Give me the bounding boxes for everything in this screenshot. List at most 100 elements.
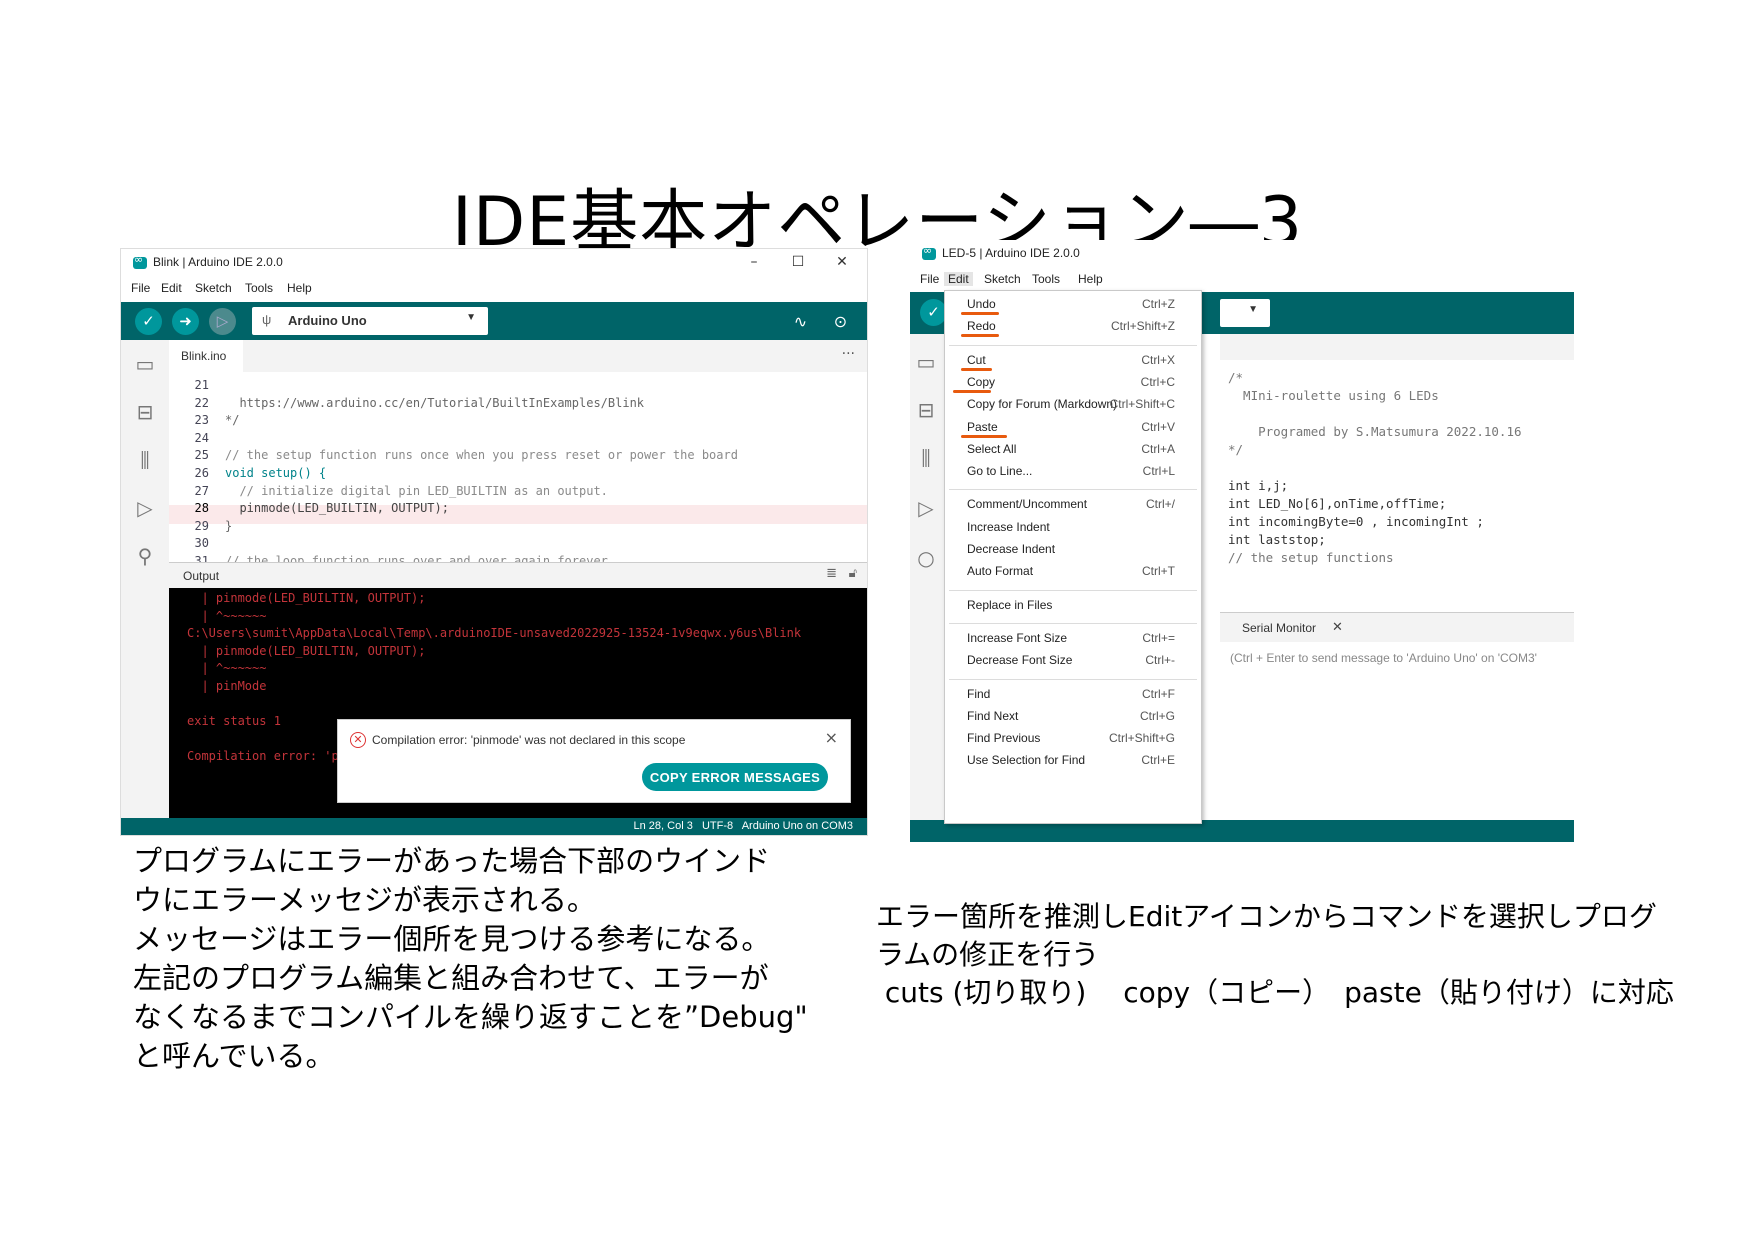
board-selector[interactable]: ψ Arduino Uno ▼ xyxy=(252,307,488,335)
left-titlebar: Blink | Arduino IDE 2.0.0 – ☐ ✕ xyxy=(121,249,867,277)
menu-item-decrease-indent[interactable]: Decrease Indent xyxy=(945,540,1201,560)
minimize-icon[interactable]: – xyxy=(743,252,765,272)
maximize-icon[interactable]: ☐ xyxy=(787,252,809,272)
menu-separator xyxy=(949,344,1197,346)
boards-manager-icon[interactable]: ⊟ xyxy=(914,398,938,422)
menu-item-shortcut: Ctrl+Shift+C xyxy=(1109,397,1175,412)
menu-item-auto-format[interactable]: Auto Format Ctrl+T xyxy=(945,562,1201,582)
code-line: Programed by S.Matsumura 2022.10.16 xyxy=(1228,424,1522,439)
line-number: 28 xyxy=(194,501,209,516)
verify-icon[interactable]: ✓ xyxy=(135,308,162,335)
highlight-underline xyxy=(961,367,992,371)
close-window-icon[interactable]: ✕ xyxy=(831,252,853,272)
menu-file[interactable]: File xyxy=(920,272,939,286)
board-selector[interactable]: ▼ xyxy=(1220,299,1270,327)
edit-dropdown-menu: Undo Ctrl+Z Redo Ctrl+Shift+Z Cut Ctrl+X Copy C… xyxy=(944,290,1202,824)
menu-item-copy-for-forum-markdown[interactable]: Copy for Forum (Markdown) Ctrl+Shift+C xyxy=(945,395,1201,415)
right-code-editor[interactable]: /* MIni-roulette using 6 LEDs Programed … xyxy=(1220,360,1574,612)
caption-line: cuts (切り取り) copy（コピー） paste（貼り付け）に対応 xyxy=(876,976,1674,1009)
menu-item-label: Select All xyxy=(967,441,1017,456)
serial-monitor-icon[interactable]: ⊙ xyxy=(827,308,854,335)
caption-line: と呼んでいる。 xyxy=(133,1039,335,1073)
menu-item-increase-indent[interactable]: Increase Indent xyxy=(945,518,1201,538)
menu-file[interactable]: File xyxy=(131,281,150,295)
menu-tools[interactable]: Tools xyxy=(245,281,273,295)
debug-side-icon[interactable]: ▷ xyxy=(914,496,938,520)
menu-edit[interactable]: Edit xyxy=(944,272,973,286)
lock-icon[interactable]: 🔓︎ xyxy=(849,566,857,581)
menu-item-shortcut: Ctrl+T xyxy=(1142,564,1175,579)
menu-item-shortcut: Ctrl+Shift+G xyxy=(1108,731,1175,746)
copy-error-messages-button[interactable]: COPY ERROR MESSAGES xyxy=(642,763,828,791)
menu-sketch[interactable]: Sketch xyxy=(984,272,1021,286)
serial-plotter-icon[interactable]: ∿ xyxy=(787,308,814,335)
menu-item-label: Copy xyxy=(967,374,996,389)
serial-input[interactable]: (Ctrl + Enter to send message to 'Arduin… xyxy=(1220,642,1574,678)
menu-help[interactable]: Help xyxy=(287,281,312,295)
line-number: 30 xyxy=(194,536,209,551)
usb-icon: ψ xyxy=(262,312,272,327)
code-line: int LED_No[6],onTime,offTime; xyxy=(1228,496,1447,511)
right-window-title: LED-5 | Arduino IDE 2.0.0 xyxy=(942,246,1080,260)
output-label: Output xyxy=(183,569,220,583)
library-icon[interactable]: ⫼ xyxy=(133,448,157,472)
output-panel-header: Output ≣ 🔓︎ xyxy=(169,562,867,588)
menu-help[interactable]: Help xyxy=(1078,272,1103,286)
line-number: 25 xyxy=(194,448,209,463)
serial-monitor-header: Serial Monitor ✕ xyxy=(1220,612,1574,642)
tab-more-icon[interactable]: ··· xyxy=(842,346,855,362)
code-line: void setup() { xyxy=(225,466,327,480)
menu-item-replace-in-files[interactable]: Replace in Files xyxy=(945,596,1201,616)
menu-item-label: Undo xyxy=(967,297,996,311)
menu-item-shortcut: Ctrl+F xyxy=(1142,686,1175,701)
chevron-down-icon: ▼ xyxy=(466,312,476,323)
menu-item-increase-font-size[interactable]: Increase Font Size Ctrl+= xyxy=(945,629,1201,649)
clear-output-icon[interactable]: ≣ xyxy=(826,566,837,581)
caption-line: メッセージはエラー個所を見つける参考になる。 xyxy=(133,922,771,956)
menu-item-shortcut: Ctrl+Z xyxy=(1142,297,1175,311)
upload-icon[interactable]: ➜ xyxy=(172,308,199,335)
close-serial-icon[interactable]: ✕ xyxy=(1332,620,1343,635)
menu-item-find-next[interactable]: Find Next Ctrl+G xyxy=(945,707,1201,727)
error-notification: ✕ Compilation error: 'pinmode' was not d… xyxy=(337,719,851,803)
caption-line: ラムの修正を行う xyxy=(876,938,1100,971)
search-icon[interactable]: ○ xyxy=(914,546,938,570)
debug-icon[interactable]: ▷ xyxy=(209,308,236,335)
right-menubar: File Edit Sketch Tools Help xyxy=(910,268,1574,290)
menu-separator xyxy=(949,589,1197,591)
menu-tools[interactable]: Tools xyxy=(1032,272,1060,286)
verify-icon[interactable]: ✓ xyxy=(920,299,947,326)
code-line: // initialize digital pin LED_BUILTIN as… xyxy=(225,483,608,498)
arduino-app-icon xyxy=(133,253,147,269)
folder-icon[interactable]: ▭ xyxy=(133,352,157,376)
menu-item-select-all[interactable]: Select All Ctrl+A xyxy=(945,440,1201,460)
menu-item-find[interactable]: Find Ctrl+F xyxy=(945,685,1201,705)
caption-line: なくなるまでコンパイルを繰り返すことを”Debug" xyxy=(133,1000,808,1034)
left-sidebar: ▭ ⊟ ⫼ ▷ ⚲ xyxy=(121,340,169,835)
menu-item-shortcut: Ctrl+A xyxy=(1141,441,1175,456)
file-tab[interactable]: Blink.ino xyxy=(169,340,243,372)
folder-icon[interactable]: ▭ xyxy=(914,350,938,374)
menu-item-label: Comment/Uncomment xyxy=(967,497,1088,512)
left-menubar: File Edit Sketch Tools Help xyxy=(121,277,867,299)
output-line: | pinmode(LED_BUILTIN, OUTPUT); xyxy=(187,591,426,605)
left-code-editor[interactable]: 21 22 https://www.arduino.cc/en/Tutorial/… xyxy=(169,372,867,562)
menu-item-comment-uncomment[interactable]: Comment/Uncomment Ctrl+/ xyxy=(945,495,1201,515)
menu-sketch[interactable]: Sketch xyxy=(195,281,232,295)
line-number: 23 xyxy=(194,413,209,428)
menu-item-use-selection-for-find[interactable]: Use Selection for Find Ctrl+E xyxy=(945,751,1201,771)
search-icon[interactable]: ⚲ xyxy=(133,544,157,568)
error-message: Compilation error: 'pinmode' was not dec… xyxy=(372,733,686,747)
menu-item-shortcut: Ctrl+V xyxy=(1141,419,1175,434)
menu-item-shortcut: Ctrl+X xyxy=(1141,352,1175,367)
menu-item-find-previous[interactable]: Find Previous Ctrl+Shift+G xyxy=(945,729,1201,749)
menu-item-label: Cut xyxy=(967,352,986,367)
debug-side-icon[interactable]: ▷ xyxy=(133,496,157,520)
menu-edit[interactable]: Edit xyxy=(161,281,182,295)
menu-item-decrease-font-size[interactable]: Decrease Font Size Ctrl+- xyxy=(945,651,1201,671)
serial-monitor-tab[interactable]: Serial Monitor xyxy=(1242,621,1316,635)
close-notification-icon[interactable]: × xyxy=(825,728,838,747)
boards-manager-icon[interactable]: ⊟ xyxy=(133,400,157,424)
library-icon[interactable]: ⫼ xyxy=(914,446,938,470)
menu-item-go-to-line[interactable]: Go to Line... Ctrl+L xyxy=(945,462,1201,482)
